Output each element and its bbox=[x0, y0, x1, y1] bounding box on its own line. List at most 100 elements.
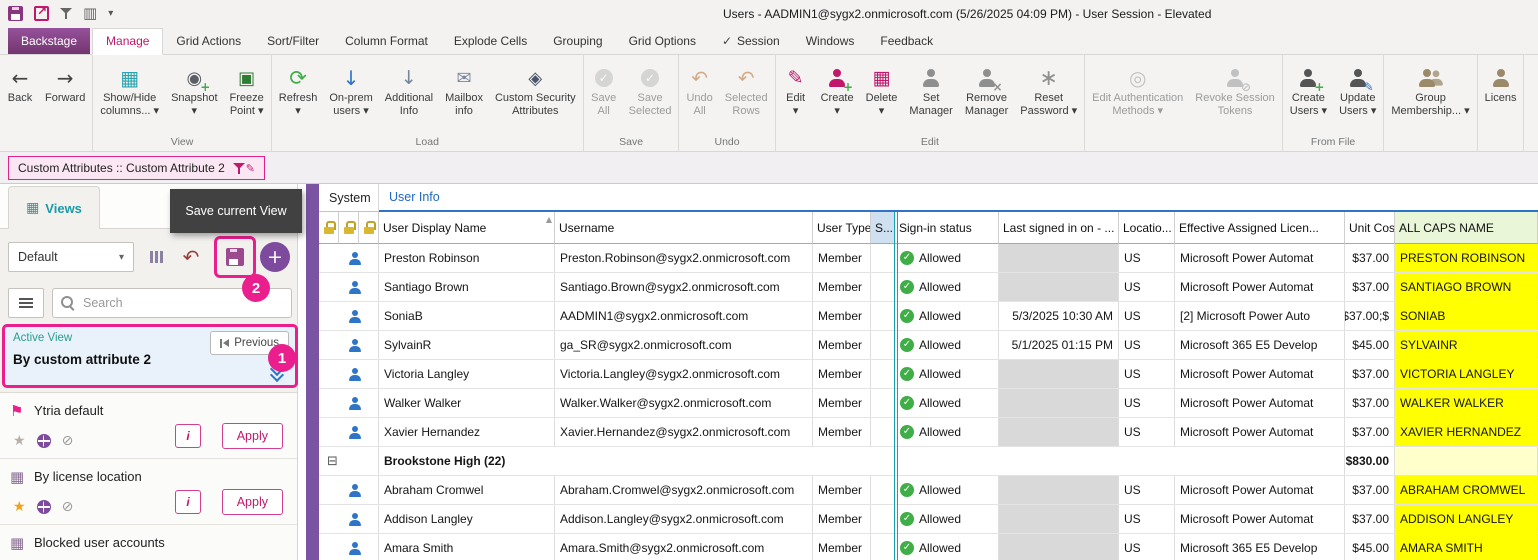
cell-display-name[interactable]: Victoria Langley bbox=[379, 360, 555, 388]
cell-signin-status[interactable]: ✓Allowed bbox=[895, 273, 999, 301]
cell-username[interactable]: Victoria.Langley@sygx2.onmicrosoft.com bbox=[555, 360, 813, 388]
cell-username[interactable]: Preston.Robinson@sygx2.onmicrosoft.com bbox=[555, 244, 813, 272]
cell-user-icon[interactable] bbox=[319, 302, 379, 330]
cell-user-type[interactable]: Member bbox=[813, 302, 871, 330]
view-list-item[interactable]: ▦Blocked user accounts bbox=[0, 525, 297, 560]
ribbon-button-refresh[interactable]: ⟳Refresh▾ bbox=[273, 62, 324, 135]
cell-username[interactable]: Abraham.Cromwel@sygx2.onmicrosoft.com bbox=[555, 476, 813, 504]
cell-all-caps-name[interactable]: SANTIAGO BROWN bbox=[1395, 273, 1538, 301]
cell-user-icon[interactable] bbox=[319, 505, 379, 533]
cell-user-icon[interactable] bbox=[319, 418, 379, 446]
cell-license[interactable]: [2] Microsoft Power Auto bbox=[1175, 302, 1345, 330]
ribbon-button-on-prem-users[interactable]: ↓On-premusers ▾ bbox=[323, 62, 378, 135]
cell-license[interactable]: Microsoft Power Automat bbox=[1175, 360, 1345, 388]
cell-group-toggle[interactable]: ⊟ bbox=[319, 447, 379, 475]
cell-signin-status[interactable]: ✓Allowed bbox=[895, 302, 999, 330]
ribbon-button-back[interactable]: ←Back bbox=[1, 62, 39, 135]
cell-user-type[interactable]: Member bbox=[813, 331, 871, 359]
cell-user-icon[interactable] bbox=[319, 360, 379, 388]
cell-all-caps-name[interactable]: XAVIER HERNANDEZ bbox=[1395, 418, 1538, 446]
ribbon-button-freeze-point[interactable]: ▣FreezePoint ▾ bbox=[224, 62, 270, 135]
ribbon-button-remove-manager[interactable]: ×RemoveManager bbox=[959, 62, 1014, 135]
cell-unit-cost[interactable]: $37.00 bbox=[1345, 273, 1395, 301]
cell-group-unit-cost[interactable]: $830.00 bbox=[1345, 447, 1395, 475]
ribbon-button-save-selected[interactable]: ✓SaveSelected bbox=[623, 62, 678, 135]
cell-unit-cost[interactable]: $37.00 bbox=[1345, 505, 1395, 533]
cell-user-icon[interactable] bbox=[319, 476, 379, 504]
tab-windows[interactable]: Windows bbox=[793, 28, 868, 54]
tab-grouping[interactable]: Grouping bbox=[540, 28, 615, 54]
view-list-item[interactable]: ▦By license location★⊘iApply bbox=[0, 459, 297, 525]
cell-user-icon[interactable] bbox=[319, 331, 379, 359]
ribbon-button-create[interactable]: +Create▾ bbox=[815, 62, 860, 135]
user-row[interactable]: Victoria LangleyVictoria.Langley@sygx2.o… bbox=[319, 360, 1538, 389]
ribbon-button-undo-all[interactable]: ↶UndoAll bbox=[680, 62, 718, 135]
tab-explode-cells[interactable]: Explode Cells bbox=[441, 28, 540, 54]
cell-location[interactable]: US bbox=[1119, 418, 1175, 446]
tab-sort-filter[interactable]: Sort/Filter bbox=[254, 28, 332, 54]
cell-s[interactable] bbox=[871, 302, 895, 330]
ribbon-button-selected-rows[interactable]: ↶SelectedRows bbox=[719, 62, 774, 135]
add-view-button[interactable]: + bbox=[260, 242, 290, 272]
cell-last-signin[interactable] bbox=[999, 476, 1119, 504]
cell-display-name[interactable]: Xavier Hernandez bbox=[379, 418, 555, 446]
cell-display-name[interactable]: Walker Walker bbox=[379, 389, 555, 417]
favorite-star-icon[interactable]: ★ bbox=[13, 433, 26, 449]
cell-username[interactable]: Addison.Langley@sygx2.onmicrosoft.com bbox=[555, 505, 813, 533]
cell-user-type[interactable]: Member bbox=[813, 505, 871, 533]
view-info-button[interactable]: i bbox=[175, 424, 201, 448]
cell-signin-status[interactable]: ✓Allowed bbox=[895, 476, 999, 504]
column-header-user-type[interactable]: User Type bbox=[813, 212, 871, 244]
tab-grid-actions[interactable]: Grid Actions bbox=[163, 28, 254, 54]
ribbon-button-set-manager[interactable]: SetManager bbox=[903, 62, 958, 135]
tab-views[interactable]: ▦ Views bbox=[8, 186, 100, 229]
cell-username[interactable]: Xavier.Hernandez@sygx2.onmicrosoft.com bbox=[555, 418, 813, 446]
cell-display-name[interactable]: Addison Langley bbox=[379, 505, 555, 533]
cell-last-signin[interactable] bbox=[999, 244, 1119, 272]
cell-user-icon[interactable] bbox=[319, 273, 379, 301]
user-row[interactable]: SoniaBAADMIN1@sygx2.onmicrosoft.comMembe… bbox=[319, 302, 1538, 331]
export-icon[interactable] bbox=[34, 6, 49, 21]
ribbon-button-additional-info[interactable]: ↓AdditionalInfo bbox=[379, 62, 439, 135]
cell-user-type[interactable]: Member bbox=[813, 476, 871, 504]
ribbon-button-create-users[interactable]: +CreateUsers ▾ bbox=[1284, 62, 1333, 135]
cell-s[interactable] bbox=[871, 534, 895, 560]
cell-user-type[interactable]: Member bbox=[813, 418, 871, 446]
view-preset-select[interactable]: Default ▾ bbox=[8, 242, 134, 272]
ribbon-button-edit-authentication-methods[interactable]: ◎Edit AuthenticationMethods ▾ bbox=[1086, 62, 1189, 135]
cell-display-name[interactable]: SoniaB bbox=[379, 302, 555, 330]
column-header-sign-in-status[interactable]: Sign-in status bbox=[895, 212, 999, 244]
cell-signin-status[interactable]: ✓Allowed bbox=[895, 505, 999, 533]
ribbon-button-reset-password[interactable]: ∗ResetPassword ▾ bbox=[1014, 62, 1083, 135]
cell-all-caps-name[interactable]: AMARA SMITH bbox=[1395, 534, 1538, 560]
tab-backstage[interactable]: Backstage bbox=[8, 28, 90, 54]
ribbon-button-revoke-session-tokens[interactable]: ⊘Revoke SessionTokens bbox=[1189, 62, 1281, 135]
tab-feedback[interactable]: Feedback bbox=[867, 28, 946, 54]
cell-username[interactable]: Amara.Smith@sygx2.onmicrosoft.com bbox=[555, 534, 813, 560]
column-header-unit-cos[interactable]: Unit Cos... bbox=[1345, 212, 1395, 244]
cell-license[interactable]: Microsoft 365 E5 Develop bbox=[1175, 534, 1345, 560]
cell-location[interactable]: US bbox=[1119, 476, 1175, 504]
cell-signin-status[interactable]: ✓Allowed bbox=[895, 418, 999, 446]
cell-location[interactable]: US bbox=[1119, 534, 1175, 560]
favorite-star-icon[interactable]: ★ bbox=[13, 499, 26, 515]
caret-down-icon[interactable]: ▾ bbox=[108, 8, 113, 19]
cell-last-signin[interactable]: 5/1/2025 01:15 PM bbox=[999, 331, 1119, 359]
cell-display-name[interactable]: Amara Smith bbox=[379, 534, 555, 560]
cell-display-name[interactable]: Santiago Brown bbox=[379, 273, 555, 301]
cell-license[interactable]: Microsoft 365 E5 Develop bbox=[1175, 331, 1345, 359]
cell-username[interactable]: ga_SR@sygx2.onmicrosoft.com bbox=[555, 331, 813, 359]
column-header-locatio[interactable]: Locatio... bbox=[1119, 212, 1175, 244]
user-row[interactable]: Preston RobinsonPreston.Robinson@sygx2.o… bbox=[319, 244, 1538, 273]
cell-user-icon[interactable] bbox=[319, 534, 379, 560]
cell-user-type[interactable]: Member bbox=[813, 534, 871, 560]
group-header-system[interactable]: System bbox=[319, 184, 379, 212]
group-row[interactable]: ⊟Brookstone High (22)$830.00 bbox=[319, 447, 1538, 476]
cell-username[interactable]: AADMIN1@sygx2.onmicrosoft.com bbox=[555, 302, 813, 330]
user-row[interactable]: Walker WalkerWalker.Walker@sygx2.onmicro… bbox=[319, 389, 1538, 418]
collapse-group-icon[interactable]: ⊟ bbox=[327, 454, 338, 469]
column-header-username[interactable]: Username bbox=[555, 212, 813, 244]
cell-signin-status[interactable]: ✓Allowed bbox=[895, 360, 999, 388]
cell-user-type[interactable]: Member bbox=[813, 244, 871, 272]
cell-license[interactable]: Microsoft Power Automat bbox=[1175, 418, 1345, 446]
